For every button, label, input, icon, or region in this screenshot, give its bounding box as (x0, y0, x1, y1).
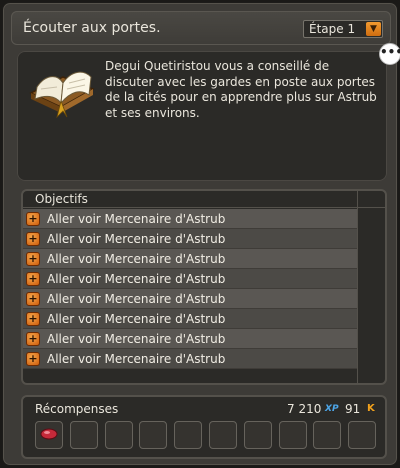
chevron-down-icon[interactable]: ▼ (366, 22, 381, 36)
objective-label: Aller voir Mercenaire d'Astrub (47, 292, 226, 306)
add-circle-icon[interactable]: + (26, 272, 40, 286)
add-circle-icon[interactable]: + (26, 212, 40, 226)
rewards-panel: Récompenses 7 210 XP 91 K (21, 395, 387, 459)
reward-slot[interactable] (104, 421, 133, 449)
rewards-label: Récompenses (35, 402, 119, 416)
reward-slot[interactable] (69, 421, 98, 449)
speech-bubble-icon[interactable]: ••• (379, 43, 400, 65)
quest-description-panel: Degui Quetiristou vous a conseillé de di… (17, 51, 387, 181)
quest-title-bar: Écouter aux portes. Étape 1 ▼ (11, 11, 391, 45)
objective-row[interactable]: + Aller voir Mercenaire d'Astrub (23, 309, 357, 329)
objective-label: Aller voir Mercenaire d'Astrub (47, 232, 226, 246)
xp-reward-value: 7 210 (287, 402, 322, 416)
objective-label: Aller voir Mercenaire d'Astrub (47, 212, 226, 226)
objective-label: Aller voir Mercenaire d'Astrub (47, 252, 226, 266)
reward-slot[interactable] (348, 421, 377, 449)
add-circle-icon[interactable]: + (26, 312, 40, 326)
add-circle-icon[interactable]: + (26, 352, 40, 366)
objectives-list: + Aller voir Mercenaire d'Astrub + Aller vo… (23, 209, 357, 369)
add-circle-icon[interactable]: + (26, 232, 40, 246)
quest-title: Écouter aux portes. (23, 20, 161, 36)
xp-unit-label: XP (325, 404, 339, 414)
add-circle-icon[interactable]: + (26, 292, 40, 306)
reward-slot[interactable] (139, 421, 168, 449)
objective-label: Aller voir Mercenaire d'Astrub (47, 272, 226, 286)
objective-row[interactable]: + Aller voir Mercenaire d'Astrub (23, 209, 357, 229)
add-circle-icon[interactable]: + (26, 252, 40, 266)
objectives-status-column (357, 191, 385, 383)
objective-label: Aller voir Mercenaire d'Astrub (47, 332, 226, 346)
kamas-icon: K (367, 403, 375, 414)
objective-label: Aller voir Mercenaire d'Astrub (47, 312, 226, 326)
reward-slot[interactable] (243, 421, 272, 449)
objective-row[interactable]: + Aller voir Mercenaire d'Astrub (23, 229, 357, 249)
reward-slot[interactable] (313, 421, 342, 449)
quest-description-text: Degui Quetiristou vous a conseillé de di… (105, 59, 377, 120)
objectives-panel: Objectifs + Aller voir Mercenaire d'Astru… (21, 189, 387, 385)
stage-select[interactable]: Étape 1 ▼ (303, 20, 383, 38)
objective-row[interactable]: + Aller voir Mercenaire d'Astrub (23, 349, 357, 369)
objectives-header: Objectifs (23, 191, 385, 208)
reward-slot[interactable] (278, 421, 307, 449)
objective-row[interactable]: + Aller voir Mercenaire d'Astrub (23, 249, 357, 269)
objective-row[interactable]: + Aller voir Mercenaire d'Astrub (23, 329, 357, 349)
kamas-reward-value: 91 (345, 402, 361, 416)
objective-row[interactable]: + Aller voir Mercenaire d'Astrub (23, 269, 357, 289)
reward-slot[interactable] (174, 421, 203, 449)
meat-ration-icon (40, 428, 58, 440)
add-circle-icon[interactable]: + (26, 332, 40, 346)
objective-label: Aller voir Mercenaire d'Astrub (47, 352, 226, 366)
quest-book-icon (29, 71, 95, 119)
stage-select-value: Étape 1 (309, 22, 356, 36)
reward-slot[interactable] (209, 421, 237, 449)
objectives-header-label: Objectifs (35, 192, 88, 206)
reward-slot[interactable] (35, 421, 63, 449)
objective-row[interactable]: + Aller voir Mercenaire d'Astrub (23, 289, 357, 309)
quest-window: Écouter aux portes. Étape 1 ▼ Degui Quet… (2, 2, 400, 466)
